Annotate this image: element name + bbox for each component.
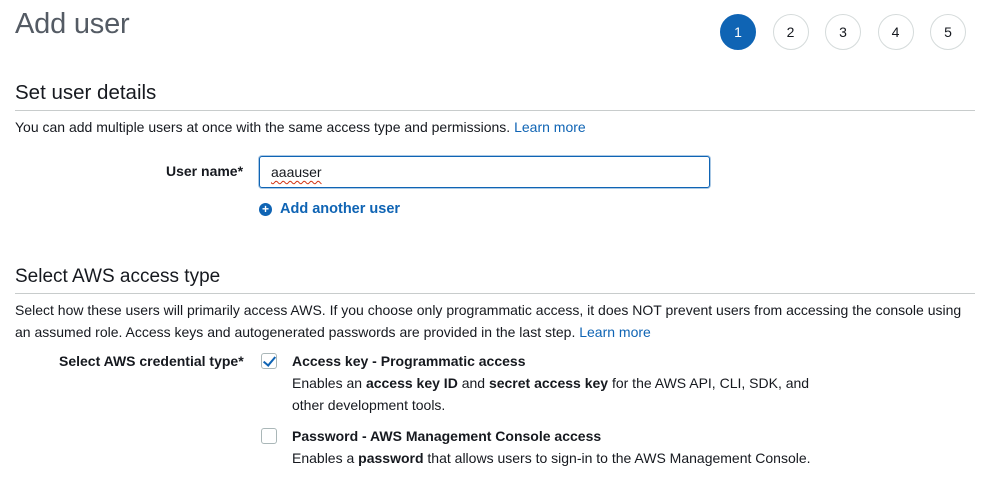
password-checkbox[interactable] [261,428,277,444]
section-title-access-type: Select AWS access type [15,266,221,287]
divider [15,293,975,294]
desc-text: Enables a [292,450,359,466]
access-key-option-title: Access key - Programmatic access [292,353,526,369]
step-2[interactable]: 2 [772,14,809,50]
step-1[interactable]: 1 [720,14,756,50]
step-5[interactable]: 5 [930,14,966,50]
access-type-description: Select how these users will primarily ac… [15,299,980,343]
plus-circle-icon: + [259,202,272,216]
user-details-description-text: You can add multiple users at once with … [15,119,511,135]
desc-text: and [457,375,489,391]
desc-text: Enables an [292,375,366,391]
learn-more-link-details[interactable]: Learn more [514,119,586,135]
divider [15,110,975,111]
wizard-steps: 1 2 3 4 5 [720,14,983,50]
access-key-option-description: Enables an access key ID and secret acce… [292,372,832,416]
user-details-description: You can add multiple users at once with … [15,116,980,138]
step-4[interactable]: 4 [877,14,914,50]
step-3[interactable]: 3 [825,14,861,50]
access-type-description-text: Select how these users will primarily ac… [15,302,962,340]
password-option-description: Enables a password that allows users to … [292,447,892,469]
user-name-label: User name* [166,163,244,179]
password-option-title: Password - AWS Management Console access [292,428,602,444]
desc-bold: password [358,450,424,466]
user-name-input[interactable] [259,156,710,188]
desc-text: that allows users to sign-in to the AWS … [423,450,811,466]
page-title: Add user [15,8,130,40]
credential-type-label: Select AWS credential type* [59,353,244,369]
section-title-user-details: Set user details [15,81,157,104]
access-key-checkbox[interactable] [261,353,277,369]
desc-bold: secret access key [488,375,609,391]
learn-more-link-access[interactable]: Learn more [579,324,651,340]
add-another-user-label: Add another user [280,201,401,217]
desc-bold: access key ID [365,375,458,391]
add-another-user-button[interactable]: + Add another user [259,201,400,217]
